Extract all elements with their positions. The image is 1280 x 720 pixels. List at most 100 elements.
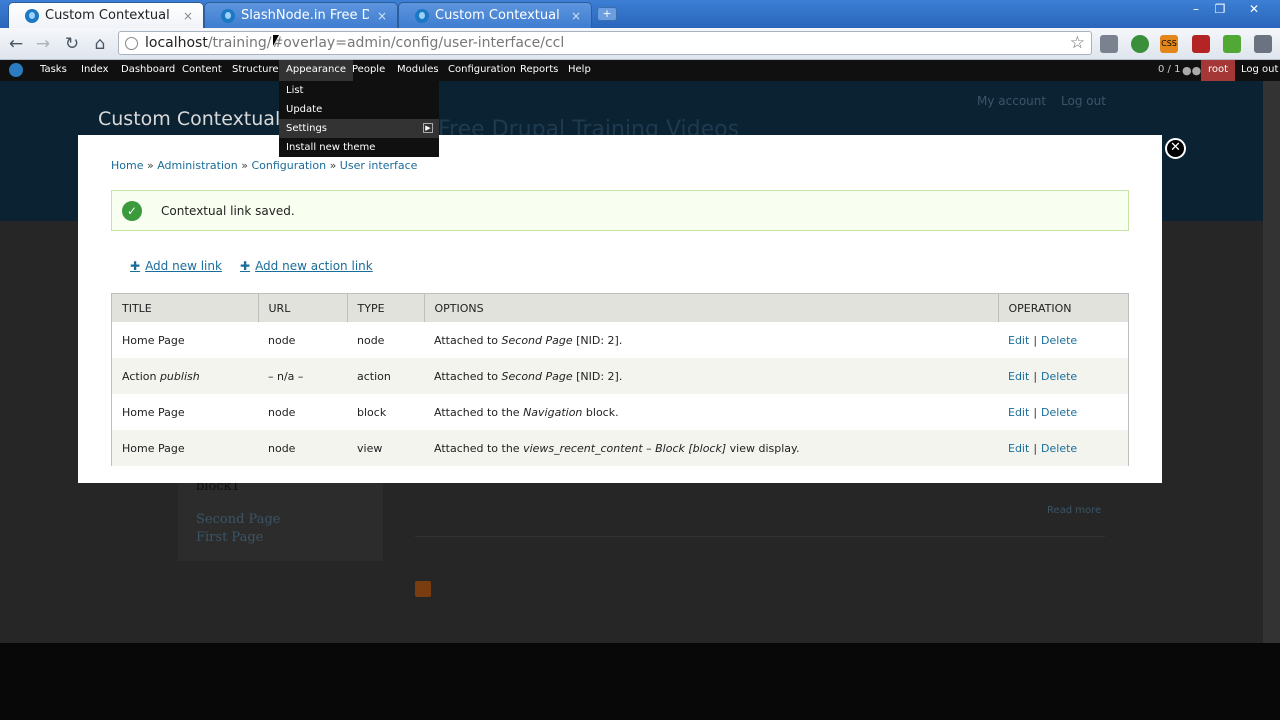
delete-link[interactable]: Delete [1041, 442, 1077, 455]
browser-tab-strip: Custom Contextual Lin... × SlashNode.in … [0, 0, 1280, 28]
home-button[interactable]: ⌂ [89, 33, 111, 55]
cell-options: Attached to Second Page [NID: 2]. [424, 322, 998, 358]
browser-tab-1[interactable]: Custom Contextual Lin... × [8, 2, 204, 28]
edit-link[interactable]: Edit [1008, 334, 1029, 347]
edit-link[interactable]: Edit [1008, 442, 1029, 455]
new-tab-button[interactable]: + [597, 7, 617, 21]
site-name[interactable]: Custom Contextual [98, 108, 280, 130]
users-online-counter: 0 / 1 [1158, 64, 1181, 75]
breadcrumb-administration[interactable]: Administration [157, 159, 238, 172]
appearance-dropdown: List Update Settings ▶ Install new theme [279, 81, 439, 157]
admin-menu-index[interactable]: Index [81, 64, 109, 75]
column-header-title[interactable]: TITLE [112, 294, 259, 322]
content-divider [415, 536, 1105, 537]
back-button[interactable]: ← [5, 33, 27, 55]
admin-menu-help[interactable]: Help [568, 64, 591, 75]
browser-tab-3[interactable]: Custom Contextual Lin... × [398, 2, 592, 28]
admin-menu-structure[interactable]: Structure [232, 64, 279, 75]
drupal-favicon-icon [25, 8, 39, 23]
admin-menu-tasks[interactable]: Tasks [40, 64, 67, 75]
my-account-link[interactable]: My account [977, 94, 1046, 108]
page-scrollbar[interactable] [1263, 81, 1280, 643]
cell-type: action [347, 358, 424, 394]
add-new-action-link[interactable]: ✚ Add new action link [240, 259, 373, 273]
check-icon: ✓ [122, 201, 142, 221]
admin-menu-reports[interactable]: Reports [520, 64, 558, 75]
first-page-link[interactable]: First Page [196, 530, 263, 545]
overlay-close-button[interactable]: ✕ [1165, 138, 1186, 159]
drupal-favicon-icon [221, 8, 235, 23]
admin-menu-people[interactable]: People [352, 64, 385, 75]
extension-firebug-icon[interactable] [1192, 35, 1210, 53]
add-new-link[interactable]: ✚ Add new link [130, 259, 222, 273]
breadcrumb-separator: » [146, 159, 154, 172]
cell-operation: Edit | Delete [998, 322, 1128, 358]
bookmark-star-icon[interactable]: ☆ [1070, 33, 1085, 53]
wrench-menu-icon[interactable] [1254, 35, 1272, 53]
delete-link[interactable]: Delete [1041, 334, 1077, 347]
admin-menu-dashboard[interactable]: Dashboard [121, 64, 175, 75]
cell-type: node [347, 322, 424, 358]
read-more-link[interactable]: Read more [1047, 505, 1101, 516]
mouse-cursor-icon [272, 33, 281, 49]
drupal-logo-icon[interactable] [9, 63, 23, 77]
cell-title: Home Page [112, 394, 258, 430]
edit-link[interactable]: Edit [1008, 406, 1029, 419]
browser-tab-2[interactable]: SlashNode.in Free Dr... × [204, 2, 398, 28]
cell-options: Attached to the Navigation block. [424, 394, 998, 430]
tab-title: SlashNode.in Free Dr... [241, 8, 369, 23]
options-emphasis: Navigation [523, 405, 583, 419]
dropdown-item-update[interactable]: Update [279, 100, 439, 119]
cell-url: – n/a – [258, 358, 347, 394]
site-logout-link[interactable]: Log out [1061, 94, 1106, 108]
operation-separator: | [1033, 405, 1038, 419]
plus-icon: ✚ [130, 259, 141, 273]
extension-c-icon[interactable] [1131, 35, 1149, 53]
dropdown-item-install-theme[interactable]: Install new theme [279, 138, 439, 157]
admin-menu-appearance[interactable]: Appearance [279, 60, 354, 81]
dropdown-item-settings[interactable]: Settings ▶ [279, 119, 439, 138]
forward-button[interactable]: → [32, 33, 54, 55]
restore-button[interactable]: ❐ [1207, 2, 1233, 16]
edit-link[interactable]: Edit [1008, 370, 1029, 383]
page-info-icon[interactable] [125, 37, 138, 50]
reload-button[interactable]: ↻ [61, 33, 83, 55]
extension-stats-icon[interactable] [1223, 35, 1241, 53]
delete-link[interactable]: Delete [1041, 370, 1077, 383]
delete-link[interactable]: Delete [1041, 406, 1077, 419]
tab-close-icon[interactable]: × [377, 9, 387, 23]
minimize-button[interactable]: – [1183, 2, 1209, 16]
breadcrumb-separator: » [241, 159, 248, 172]
cell-type: block [347, 394, 424, 430]
column-header-options[interactable]: OPTIONS [424, 294, 999, 322]
drupal-favicon-icon [415, 8, 429, 23]
breadcrumb-user-interface[interactable]: User interface [340, 159, 418, 172]
cell-title: Home Page [112, 430, 258, 466]
column-header-type[interactable]: TYPE [347, 294, 425, 322]
current-user-link[interactable]: root [1201, 60, 1236, 81]
dropdown-item-list[interactable]: List [279, 81, 439, 100]
breadcrumb-home[interactable]: Home [111, 159, 143, 172]
url-path: /training/#overlay=admin/config/user-int… [207, 35, 565, 51]
admin-menu-content[interactable]: Content [182, 64, 222, 75]
extension-css-icon[interactable]: CSS [1160, 35, 1178, 53]
users-icon: ●● [1182, 64, 1202, 77]
admin-menu-configuration[interactable]: Configuration [448, 64, 516, 75]
cell-operation: Edit | Delete [998, 430, 1128, 466]
breadcrumb: Home » Administration » Configuration » … [111, 159, 417, 172]
breadcrumb-configuration[interactable]: Configuration [251, 159, 326, 172]
options-text: view display. [726, 441, 800, 455]
address-bar[interactable]: localhost/training/#overlay=admin/config… [118, 31, 1092, 55]
second-page-link[interactable]: Second Page [196, 512, 280, 527]
cell-options: Attached to Second Page [NID: 2]. [424, 358, 998, 394]
tab-close-icon[interactable]: × [183, 9, 193, 23]
column-header-url[interactable]: URL [258, 294, 348, 322]
tab-close-icon[interactable]: × [571, 9, 581, 23]
window-close-button[interactable]: ✕ [1241, 2, 1267, 16]
admin-menu-modules[interactable]: Modules [397, 64, 439, 75]
admin-logout-link[interactable]: Log out [1241, 64, 1278, 75]
extension-puzzle-icon[interactable] [1100, 35, 1118, 53]
options-text: Attached to the [434, 405, 524, 419]
rss-feed-icon[interactable] [415, 581, 431, 597]
title-emphasis: publish [159, 369, 200, 383]
